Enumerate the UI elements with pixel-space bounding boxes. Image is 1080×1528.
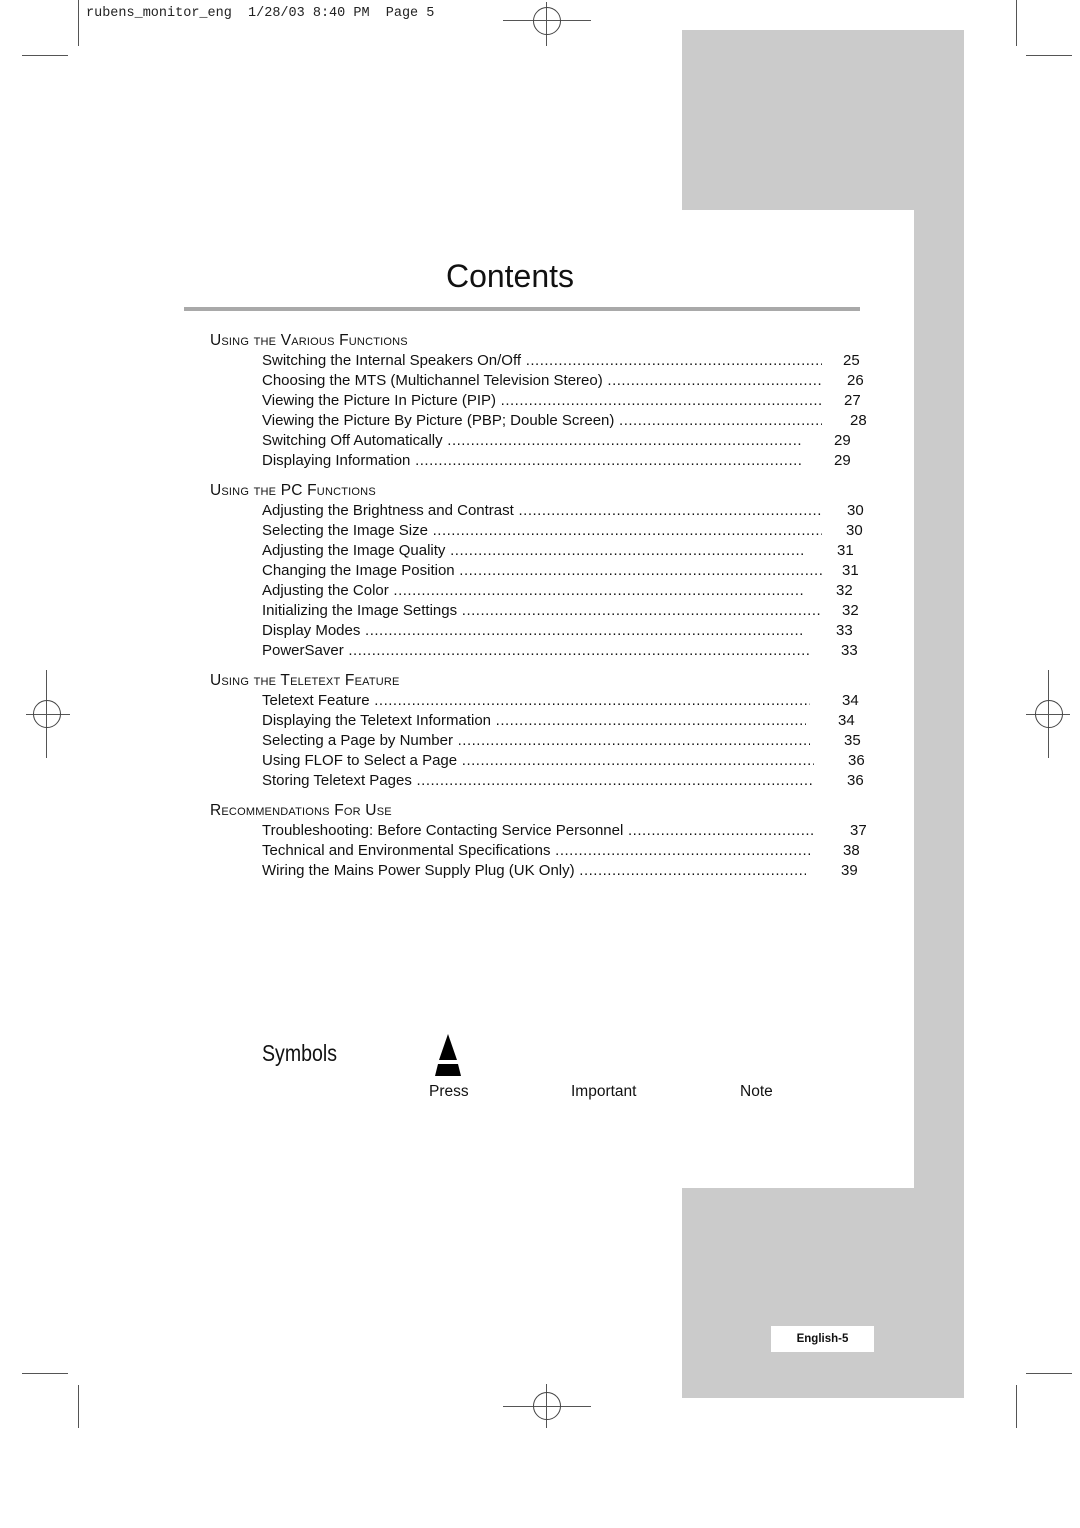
toc-entry-page: 29 <box>834 452 851 469</box>
crop-mark <box>1026 55 1072 56</box>
toc-entry-page: 29 <box>834 432 851 449</box>
toc-entry-label: Teletext Feature <box>262 691 810 711</box>
toc-entry-page: 26 <box>847 372 864 389</box>
toc-entry[interactable]: Display Modes 33 <box>210 621 880 641</box>
toc-entry[interactable]: Adjusting the Color 32 <box>210 581 880 601</box>
toc-entry-label: Display Modes <box>262 621 804 641</box>
toc-entry-label: Adjusting the Image Quality <box>262 541 806 561</box>
title-rule <box>184 307 860 311</box>
toc-entry-page: 30 <box>846 522 863 539</box>
section-heading: Using the Teletext Feature <box>210 672 400 689</box>
toc-entry[interactable]: Initializing the Image Settings 32 <box>210 601 880 621</box>
toc-entry[interactable]: Adjusting the Image Quality 31 <box>210 541 880 561</box>
toc-entry-label: Viewing the Picture By Picture (PBP; Dou… <box>262 411 822 431</box>
toc-entry[interactable]: Selecting the Image Size 30 <box>210 521 880 541</box>
registration-circle <box>1035 700 1063 728</box>
symbols-heading: Symbols <box>262 1040 337 1066</box>
toc-entry-page: 28 <box>850 412 867 429</box>
symbol-label-press: Press <box>429 1083 469 1100</box>
toc-entry-page: 34 <box>842 692 859 709</box>
toc-entry[interactable]: Using FLOF to Select a Page 36 <box>210 751 880 771</box>
print-slug: rubens_monitor_eng 1/28/03 8:40 PM Page … <box>86 6 435 21</box>
toc-entry[interactable]: Viewing the Picture In Picture (PIP) 27 <box>210 391 880 411</box>
toc-entry-label: Adjusting the Brightness and Contrast <box>262 501 822 521</box>
toc-entry[interactable]: Teletext Feature 34 <box>210 691 880 711</box>
toc-entry[interactable]: Wiring the Mains Power Supply Plug (UK O… <box>210 861 880 881</box>
toc-entry[interactable]: Viewing the Picture By Picture (PBP; Dou… <box>210 411 880 431</box>
toc-entry-label: Technical and Environmental Specificatio… <box>262 841 810 861</box>
crop-mark <box>78 0 79 46</box>
toc-entry-page: 27 <box>844 392 861 409</box>
toc-entry-page: 32 <box>836 582 853 599</box>
toc-entry-page: 39 <box>841 862 858 879</box>
toc-entry-page: 32 <box>842 602 859 619</box>
toc-entry-page: 33 <box>841 642 858 659</box>
page-number-label: English-5 <box>771 1326 874 1352</box>
registration-circle <box>533 7 561 35</box>
crop-mark <box>22 55 68 56</box>
toc-entry[interactable]: Adjusting the Brightness and Contrast 30 <box>210 501 880 521</box>
symbol-label-important: Important <box>571 1083 637 1100</box>
crop-mark <box>1016 0 1017 46</box>
toc-entry-label: Displaying the Teletext Information <box>262 711 806 731</box>
registration-circle <box>533 1392 561 1420</box>
toc-entry-page: 25 <box>843 352 860 369</box>
toc-entry-page: 38 <box>843 842 860 859</box>
toc-entry-label: Choosing the MTS (Multichannel Televisio… <box>262 371 822 391</box>
toc-entry-label: Switching Off Automatically <box>262 431 802 451</box>
toc-entry[interactable]: Switching Off Automatically 29 <box>210 431 880 451</box>
decorative-panel-top <box>682 30 964 210</box>
toc-entry[interactable]: Storing Teletext Pages 36 <box>210 771 880 791</box>
section-heading: Using the PC Functions <box>210 482 376 499</box>
toc-entry-label: PowerSaver <box>262 641 810 661</box>
toc-entry[interactable]: Choosing the MTS (Multichannel Televisio… <box>210 371 880 391</box>
section-heading: Using the Various Functions <box>210 332 408 349</box>
toc-entry-label: Viewing the Picture In Picture (PIP) <box>262 391 822 411</box>
toc-entry-label: Selecting a Page by Number <box>262 731 810 751</box>
page-title: Contents <box>445 258 575 294</box>
toc-entry-label: Initializing the Image Settings <box>262 601 822 621</box>
crop-mark <box>1026 1373 1072 1374</box>
decorative-panel-bottom <box>682 1188 964 1398</box>
toc-entry[interactable]: Selecting a Page by Number 35 <box>210 731 880 751</box>
toc-entry-label: Troubleshooting: Before Contacting Servi… <box>262 821 816 841</box>
toc-entry[interactable]: PowerSaver 33 <box>210 641 880 661</box>
toc-entry[interactable]: Displaying the Teletext Information 34 <box>210 711 880 731</box>
toc-entry-label: Selecting the Image Size <box>262 521 822 541</box>
toc-entry-page: 35 <box>844 732 861 749</box>
press-icon <box>435 1034 461 1076</box>
toc-entry[interactable]: Technical and Environmental Specificatio… <box>210 841 880 861</box>
toc-entry-label: Changing the Image Position <box>262 561 822 581</box>
decorative-panel-strip <box>914 210 964 1188</box>
toc-entry-label: Storing Teletext Pages <box>262 771 812 791</box>
toc-entry[interactable]: Troubleshooting: Before Contacting Servi… <box>210 821 880 841</box>
toc-entry-label: Adjusting the Color <box>262 581 804 601</box>
toc-entry-label: Using FLOF to Select a Page <box>262 751 814 771</box>
table-of-contents: Using the Various Functions Switching th… <box>210 331 880 881</box>
toc-entry-page: 30 <box>847 502 864 519</box>
symbol-label-note: Note <box>740 1083 773 1100</box>
crop-mark <box>22 1373 68 1374</box>
toc-entry-page: 31 <box>842 562 859 579</box>
toc-entry-page: 33 <box>836 622 853 639</box>
toc-entry[interactable]: Displaying Information 29 <box>210 451 880 471</box>
toc-entry-label: Wiring the Mains Power Supply Plug (UK O… <box>262 861 806 881</box>
toc-entry-label: Switching the Internal Speakers On/Off <box>262 351 822 371</box>
crop-mark <box>1016 1385 1017 1428</box>
toc-entry-page: 36 <box>848 752 865 769</box>
toc-entry-label: Displaying Information <box>262 451 802 471</box>
section-heading: Recommendations For Use <box>210 802 392 819</box>
toc-entry-page: 37 <box>850 822 867 839</box>
toc-entry-page: 34 <box>838 712 855 729</box>
toc-entry[interactable]: Changing the Image Position 31 <box>210 561 880 581</box>
toc-entry[interactable]: Switching the Internal Speakers On/Off 25 <box>210 351 880 371</box>
crop-mark <box>78 1385 79 1428</box>
toc-entry-page: 36 <box>847 772 864 789</box>
registration-circle <box>33 700 61 728</box>
toc-entry-page: 31 <box>837 542 854 559</box>
